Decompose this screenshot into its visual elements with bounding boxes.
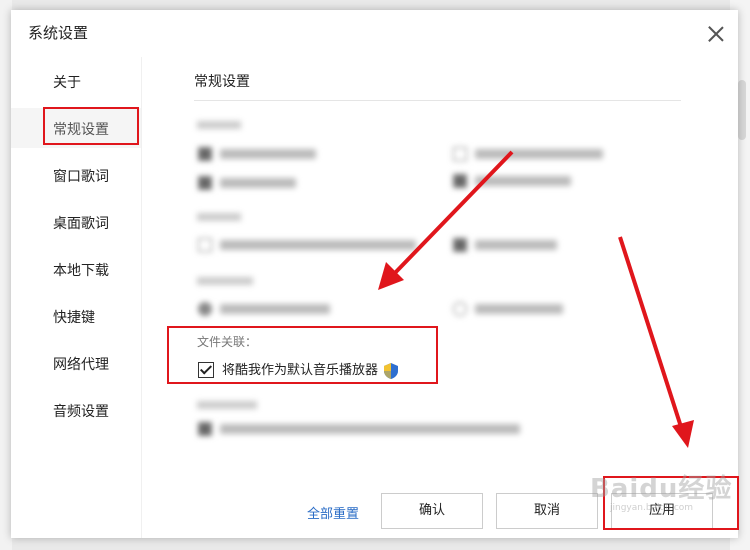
blurred-checkbox-option[interactable]: [198, 237, 416, 255]
sidebar-item-local-download[interactable]: 本地下载: [11, 249, 141, 289]
sidebar-item-label: 网络代理: [53, 357, 109, 373]
blurred-group-label: [197, 399, 257, 412]
dialog-title: 系统设置: [28, 24, 89, 42]
sidebar-item-label: 关于: [53, 75, 81, 91]
page-title: 常规设置: [194, 74, 250, 90]
cancel-button[interactable]: 取消: [496, 493, 598, 529]
watermark-url: jingyan.baidu.com: [610, 503, 694, 513]
blurred-group-label: [197, 211, 241, 224]
sidebar-item-audio-settings[interactable]: 音频设置: [11, 390, 141, 430]
blurred-checkbox-option[interactable]: [198, 146, 316, 164]
highlight-box-general-settings: [43, 107, 139, 145]
settings-dialog: 系统设置 关于 常规设置 窗口歌词 桌面歌词 本地下载 快捷键 网络代理 音频设…: [11, 10, 738, 538]
blurred-radio-option[interactable]: [198, 301, 330, 319]
watermark-logo: Baidu经验: [590, 474, 733, 504]
blurred-checkbox-option[interactable]: [198, 175, 296, 193]
blurred-radio-option[interactable]: [453, 301, 563, 319]
blurred-checkbox-option[interactable]: [453, 146, 603, 164]
blurred-checkbox-option[interactable]: [198, 421, 520, 439]
sidebar-item-window-lyrics[interactable]: 窗口歌词: [11, 155, 141, 195]
close-icon[interactable]: [706, 24, 726, 44]
blurred-checkbox-option[interactable]: [453, 237, 557, 255]
settings-content: 常规设置 文件关联： 将酷我作为默认音乐播放器 全部重置 确认 取消 应用: [141, 57, 738, 538]
divider: [194, 100, 681, 101]
sidebar-item-about[interactable]: 关于: [11, 61, 141, 101]
blurred-group-label: [197, 275, 253, 288]
sidebar-item-label: 音频设置: [53, 404, 109, 420]
sidebar-item-desktop-lyrics[interactable]: 桌面歌词: [11, 202, 141, 242]
ok-button[interactable]: 确认: [381, 493, 483, 529]
sidebar-item-label: 本地下载: [53, 263, 109, 279]
reset-all-link[interactable]: 全部重置: [307, 503, 359, 522]
sidebar-item-label: 桌面歌词: [53, 216, 109, 232]
sidebar-item-label: 快捷键: [53, 310, 95, 326]
background-scrollbar: [738, 80, 746, 140]
blurred-group-label: [197, 119, 241, 132]
highlight-box-file-association: [167, 326, 438, 384]
sidebar-item-shortcuts[interactable]: 快捷键: [11, 296, 141, 336]
blurred-checkbox-option[interactable]: [453, 173, 571, 191]
sidebar-item-network-proxy[interactable]: 网络代理: [11, 343, 141, 383]
sidebar-item-label: 窗口歌词: [53, 169, 109, 185]
